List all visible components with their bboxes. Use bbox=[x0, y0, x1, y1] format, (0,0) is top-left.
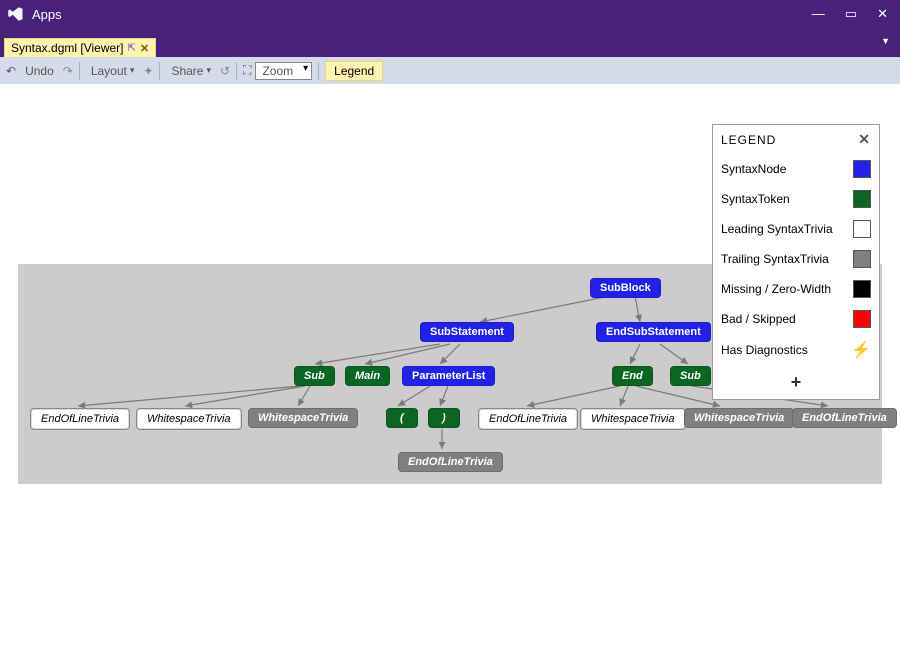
close-button[interactable]: ✕ bbox=[877, 6, 888, 22]
graph-canvas[interactable]: SubBlock SubStatement EndSubStatement Su… bbox=[0, 84, 900, 666]
undo-icon[interactable]: ↶ bbox=[6, 64, 16, 78]
zoom-dropdown[interactable]: Zoom bbox=[255, 62, 312, 80]
undo-button[interactable]: Undo bbox=[20, 62, 59, 80]
node-ws-4[interactable]: WhitespaceTrivia bbox=[684, 408, 794, 428]
node-parameterlist[interactable]: ParameterList bbox=[402, 366, 495, 386]
legend-item: Trailing SyntaxTrivia bbox=[713, 244, 879, 274]
legend-swatch-missing bbox=[853, 280, 871, 298]
pin-icon[interactable]: ⇱ bbox=[128, 43, 136, 54]
legend-add-button[interactable]: + bbox=[713, 366, 879, 399]
fit-icon[interactable]: ⛶ bbox=[243, 63, 251, 78]
node-endsubstatement[interactable]: EndSubStatement bbox=[596, 322, 711, 342]
legend-swatch-bad bbox=[853, 310, 871, 328]
node-ws-2[interactable]: WhitespaceTrivia bbox=[248, 408, 358, 428]
legend-item: SyntaxNode bbox=[713, 154, 879, 184]
layout-options-icon[interactable]: ✦ bbox=[143, 64, 153, 78]
node-subblock[interactable]: SubBlock bbox=[590, 278, 661, 298]
legend-swatch-trailing bbox=[853, 250, 871, 268]
legend-panel: LEGEND ✕ SyntaxNode SyntaxToken Leading … bbox=[712, 124, 880, 400]
vs-logo-icon bbox=[6, 5, 24, 23]
node-ws-3[interactable]: WhitespaceTrivia bbox=[580, 408, 686, 430]
layout-button[interactable]: Layout▾ bbox=[86, 62, 140, 80]
minimize-button[interactable]: — bbox=[812, 6, 825, 22]
node-eol-4[interactable]: EndOfLineTrivia bbox=[398, 452, 503, 472]
node-main-id[interactable]: Main bbox=[345, 366, 390, 386]
title-bar: Apps — ▭ ✕ bbox=[0, 0, 900, 28]
legend-item-diagnostics: Has Diagnostics⚡ bbox=[713, 334, 879, 366]
node-end-keyword[interactable]: End bbox=[612, 366, 653, 386]
legend-item: Bad / Skipped bbox=[713, 304, 879, 334]
legend-item: Leading SyntaxTrivia bbox=[713, 214, 879, 244]
maximize-button[interactable]: ▭ bbox=[845, 6, 857, 22]
node-lparen[interactable]: ( bbox=[386, 408, 418, 428]
node-substatement[interactable]: SubStatement bbox=[420, 322, 514, 342]
legend-title: LEGEND bbox=[721, 133, 776, 147]
legend-button[interactable]: Legend bbox=[325, 61, 383, 81]
node-rparen[interactable]: ) bbox=[428, 408, 460, 428]
tab-close-icon[interactable]: ✕ bbox=[140, 42, 149, 55]
window-title: Apps bbox=[32, 7, 62, 22]
legend-swatch-syntaxtoken bbox=[853, 190, 871, 208]
tab-label: Syntax.dgml [Viewer] bbox=[11, 41, 124, 55]
document-tab[interactable]: Syntax.dgml [Viewer] ⇱ ✕ bbox=[4, 38, 156, 57]
node-eol-3[interactable]: EndOfLineTrivia bbox=[792, 408, 897, 428]
diagnostics-icon: ⚡ bbox=[851, 340, 871, 360]
node-eol-1[interactable]: EndOfLineTrivia bbox=[30, 408, 130, 430]
legend-close-icon[interactable]: ✕ bbox=[858, 131, 871, 148]
document-tabstrip: Syntax.dgml [Viewer] ⇱ ✕ bbox=[0, 36, 900, 57]
graph-toolbar: ↶ Undo ↷ Layout▾ ✦ Share▾ ↺ ⛶ Zoom Legen… bbox=[0, 57, 900, 85]
share-button[interactable]: Share▾ bbox=[166, 62, 216, 80]
legend-item: SyntaxToken bbox=[713, 184, 879, 214]
legend-item: Missing / Zero-Width bbox=[713, 274, 879, 304]
refresh-icon[interactable]: ↺ bbox=[220, 64, 230, 78]
node-sub-keyword-2[interactable]: Sub bbox=[670, 366, 711, 386]
node-sub-keyword-1[interactable]: Sub bbox=[294, 366, 335, 386]
legend-swatch-syntaxnode bbox=[853, 160, 871, 178]
toolbar-overflow-icon[interactable]: ▼ bbox=[881, 36, 890, 46]
node-eol-2[interactable]: EndOfLineTrivia bbox=[478, 408, 578, 430]
redo-icon[interactable]: ↷ bbox=[63, 64, 73, 78]
node-ws-1[interactable]: WhitespaceTrivia bbox=[136, 408, 242, 430]
legend-swatch-leading bbox=[853, 220, 871, 238]
